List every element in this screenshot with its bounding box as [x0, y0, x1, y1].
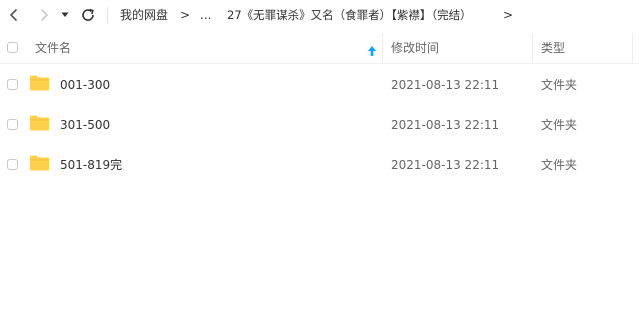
folder-icon	[29, 155, 50, 171]
history-dropdown-button[interactable]	[58, 5, 72, 25]
breadcrumb-root[interactable]: 我的网盘	[120, 7, 168, 23]
breadcrumb-ellipsis[interactable]: ...	[200, 7, 211, 23]
file-name[interactable]: 501-819完	[60, 158, 122, 172]
chevron-left-icon	[9, 8, 19, 22]
column-divider[interactable]	[382, 33, 383, 63]
breadcrumb-separator: >	[180, 8, 191, 22]
table-header: 文件名 修改时间 类型	[0, 33, 639, 64]
chevron-right-icon	[39, 8, 49, 22]
row-checkbox[interactable]	[7, 79, 18, 90]
breadcrumb-separator-end: >	[503, 8, 514, 22]
folder-icon	[29, 115, 50, 131]
file-type: 文件夹	[541, 118, 578, 132]
column-divider[interactable]	[632, 33, 633, 63]
column-header-type[interactable]: 类型	[541, 41, 565, 55]
table-row[interactable]: 501-819完 2021-08-13 22:11 文件夹	[0, 144, 639, 184]
file-type: 文件夹	[541, 78, 578, 92]
back-button[interactable]	[4, 5, 24, 25]
modified-time: 2021-08-13 22:11	[391, 158, 500, 172]
file-name[interactable]: 301-500	[60, 118, 110, 132]
table-row[interactable]: 001-300 2021-08-13 22:11 文件夹	[0, 64, 639, 104]
refresh-icon	[80, 7, 96, 23]
table-row[interactable]: 301-500 2021-08-13 22:11 文件夹	[0, 104, 639, 144]
column-divider[interactable]	[532, 33, 533, 63]
sort-ascending-icon[interactable]	[367, 42, 377, 56]
file-name[interactable]: 001-300	[60, 78, 110, 92]
column-header-name[interactable]: 文件名	[35, 41, 71, 55]
caret-down-icon	[61, 12, 69, 18]
forward-button[interactable]	[34, 5, 54, 25]
refresh-button[interactable]	[78, 5, 98, 25]
navigation-toolbar: 我的网盘 > ... 27《无罪谋杀》又名（食罪者）【紫襟】（完结） >	[0, 0, 639, 30]
toolbar-divider	[107, 7, 108, 23]
modified-time: 2021-08-13 22:11	[391, 78, 500, 92]
column-header-modified[interactable]: 修改时间	[391, 41, 439, 55]
folder-icon	[29, 75, 50, 91]
row-checkbox[interactable]	[7, 119, 18, 130]
modified-time: 2021-08-13 22:11	[391, 118, 500, 132]
breadcrumb-current: 27《无罪谋杀》又名（食罪者）【紫襟】（完结）	[227, 8, 472, 22]
file-type: 文件夹	[541, 158, 578, 172]
select-all-checkbox[interactable]	[7, 42, 18, 53]
row-checkbox[interactable]	[7, 159, 18, 170]
